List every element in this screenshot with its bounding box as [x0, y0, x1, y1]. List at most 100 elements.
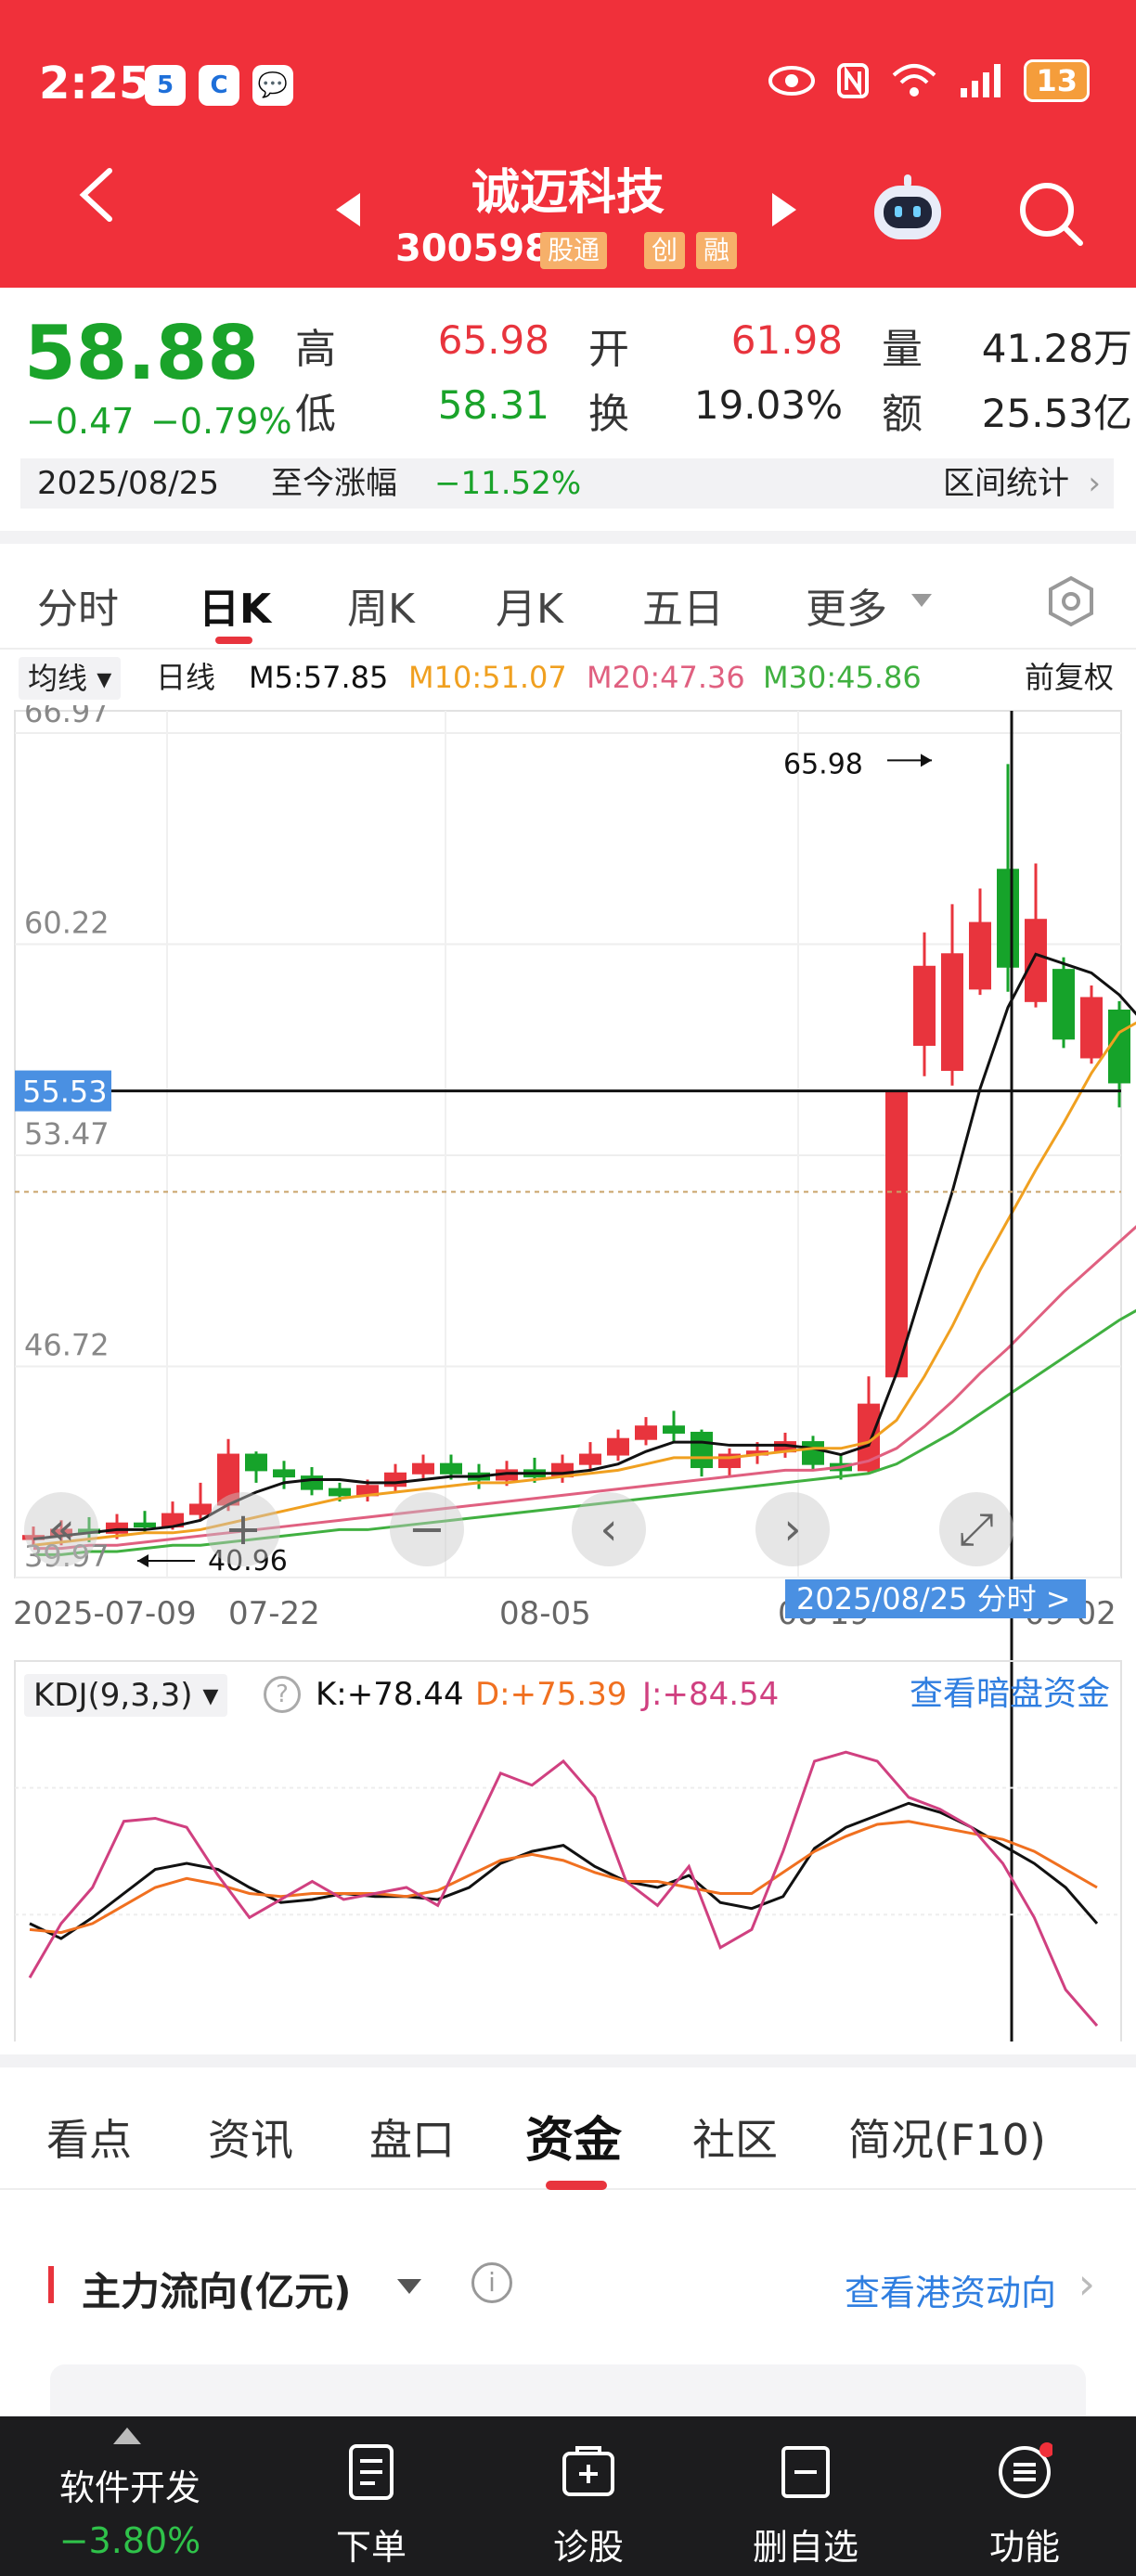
- eye-icon: [768, 66, 816, 96]
- prev-stock-icon[interactable]: [336, 193, 360, 226]
- help-icon[interactable]: ?: [264, 1676, 301, 1713]
- tab-more[interactable]: 更多: [806, 575, 887, 635]
- tag-chinext: 创: [644, 232, 686, 269]
- candle-body: [802, 1441, 824, 1465]
- tab-funds[interactable]: 资金: [525, 2101, 622, 2170]
- section-marker: [48, 2266, 54, 2303]
- settings-hexagon-icon[interactable]: [1045, 575, 1097, 627]
- kdj-line-k: [29, 1801, 1099, 1940]
- search-icon[interactable]: [1013, 176, 1088, 251]
- amount-value: 25.53亿: [981, 391, 1132, 436]
- candle-body: [134, 1522, 156, 1528]
- nfc-icon: [837, 63, 870, 98]
- adjust-mode[interactable]: 前复权: [1025, 651, 1114, 703]
- dark-pool-link[interactable]: 查看暗盘资金: [910, 1668, 1110, 1720]
- candle-body: [997, 869, 1019, 968]
- caret-up-icon: [113, 2428, 141, 2444]
- stock-code: 300598: [395, 227, 550, 270]
- candle-body: [440, 1462, 462, 1475]
- battery-indicator: 13: [1024, 59, 1090, 102]
- kline-frame: [14, 710, 1122, 1578]
- nav-remove-watch[interactable]: 删自选: [713, 2416, 898, 2576]
- tab-weekly-k[interactable]: 周K: [347, 575, 415, 635]
- nav-functions-label: 功能: [988, 2527, 1060, 2568]
- kdj-d-label: D:+75.39: [475, 1676, 627, 1713]
- ma10-label: M10:51.07: [408, 660, 567, 695]
- indicator-select-label: 均线: [28, 661, 88, 696]
- ma30-label: M30:45.86: [763, 660, 922, 695]
- tab-highlights[interactable]: 看点: [46, 2106, 132, 2168]
- tag-margin: 融: [696, 232, 738, 269]
- tab-news[interactable]: 资讯: [208, 2106, 293, 2168]
- interval-stats-link[interactable]: 区间统计: [943, 458, 1069, 509]
- candle-body: [245, 1453, 267, 1472]
- app-chat-icon: 💬: [252, 65, 293, 106]
- candle-body: [1080, 997, 1103, 1059]
- main-flow-header: 主力流向(亿元) i 查看港资动向 ›: [0, 2227, 1136, 2348]
- x-tick-label: 2025-07-09: [13, 1595, 197, 1632]
- candle-body: [607, 1437, 629, 1456]
- tab-monthly-k[interactable]: 月K: [496, 575, 563, 635]
- tab-orderbook[interactable]: 盘口: [369, 2106, 455, 2168]
- turnover-label: 换: [588, 391, 629, 438]
- zoom-in-icon-glyph: +: [225, 1503, 262, 1555]
- scroll-right-icon-glyph: ›: [783, 1503, 801, 1555]
- tab-five-day[interactable]: 五日: [642, 575, 724, 635]
- y-tick-label: 53.47: [24, 1116, 110, 1152]
- chevron-right-icon: ›: [1078, 2259, 1095, 2309]
- candle-body: [189, 1503, 212, 1515]
- tab-f10[interactable]: 简况(F10): [848, 2106, 1046, 2168]
- kdj-j-label: J:+84.54: [642, 1676, 780, 1713]
- dropdown-icon[interactable]: [395, 2277, 423, 2296]
- nav-order[interactable]: 下单: [278, 2416, 464, 2576]
- app-5g-icon: 5: [145, 65, 186, 106]
- app-header: 2:25 5 C 💬 13 诚迈科技 300598 股通 创 融: [0, 0, 1136, 288]
- high-label: 高: [295, 326, 336, 373]
- next-stock-icon[interactable]: [772, 193, 796, 226]
- stock-name: 诚迈科技: [471, 165, 665, 221]
- divider: [0, 531, 1136, 544]
- sector-name: 软件开发: [58, 2467, 200, 2508]
- last-price: 58.88: [24, 310, 260, 396]
- crosshair-date-label: 2025/08/25 分时 >: [796, 1581, 1071, 1616]
- x-tick-label: 08-05: [499, 1595, 591, 1632]
- signal-icon: [961, 64, 1001, 97]
- since-value: −11.52%: [434, 465, 582, 502]
- tag-connect: 股通: [540, 232, 608, 269]
- candle-body: [1025, 919, 1047, 1002]
- detail-tabs: 看点 资讯 盘口 资金 社区 简况(F10): [0, 2069, 1136, 2190]
- tab-community[interactable]: 社区: [692, 2106, 778, 2168]
- tab-intraday[interactable]: 分时: [37, 575, 119, 635]
- nav-diagnose-label: 诊股: [552, 2527, 624, 2568]
- kdj-title: KDJ(9,3,3): [33, 1677, 193, 1714]
- order-icon: [349, 2444, 394, 2500]
- info-icon[interactable]: i: [471, 2262, 512, 2303]
- kline-chart[interactable]: 66.9760.2253.4746.7239.972025-07-0907-22…: [0, 705, 1136, 2041]
- nav-order-label: 下单: [335, 2527, 407, 2568]
- nav-sector[interactable]: 软件开发 −3.80%: [37, 2416, 223, 2576]
- hk-flow-link[interactable]: 查看港资动向: [845, 2264, 1056, 2315]
- robot-assistant-icon[interactable]: [867, 173, 949, 247]
- candle-body: [885, 1090, 908, 1378]
- since-label: 至今涨幅: [271, 465, 397, 502]
- x-tick-label: 07-22: [228, 1595, 320, 1632]
- period-label: 日线: [156, 660, 216, 695]
- candle-body: [913, 965, 936, 1047]
- interval-date: 2025/08/25: [37, 465, 219, 502]
- interval-bar[interactable]: 2025/08/25 至今涨幅 −11.52% 区间统计 ›: [20, 458, 1114, 509]
- wifi-icon: [893, 64, 936, 97]
- nav-remove-watch-label: 删自选: [752, 2527, 858, 2568]
- price-change-pct: −0.79%: [150, 401, 292, 442]
- indicator-select[interactable]: 均线 ▾: [19, 657, 122, 700]
- candle-body: [941, 953, 963, 1071]
- low-value: 58.31: [437, 382, 549, 428]
- nav-functions[interactable]: 功能: [932, 2416, 1117, 2576]
- nav-diagnose[interactable]: 诊股: [496, 2416, 681, 2576]
- dropdown-icon: [911, 594, 932, 607]
- y-tick-label: 46.72: [24, 1328, 110, 1363]
- minus-box-icon: [781, 2446, 830, 2498]
- tab-daily-k[interactable]: 日K: [199, 575, 271, 635]
- open-value: 61.98: [730, 317, 843, 363]
- y-tick-label: 60.22: [24, 906, 110, 941]
- kdj-select[interactable]: KDJ(9,3,3) ▾: [24, 1674, 228, 1717]
